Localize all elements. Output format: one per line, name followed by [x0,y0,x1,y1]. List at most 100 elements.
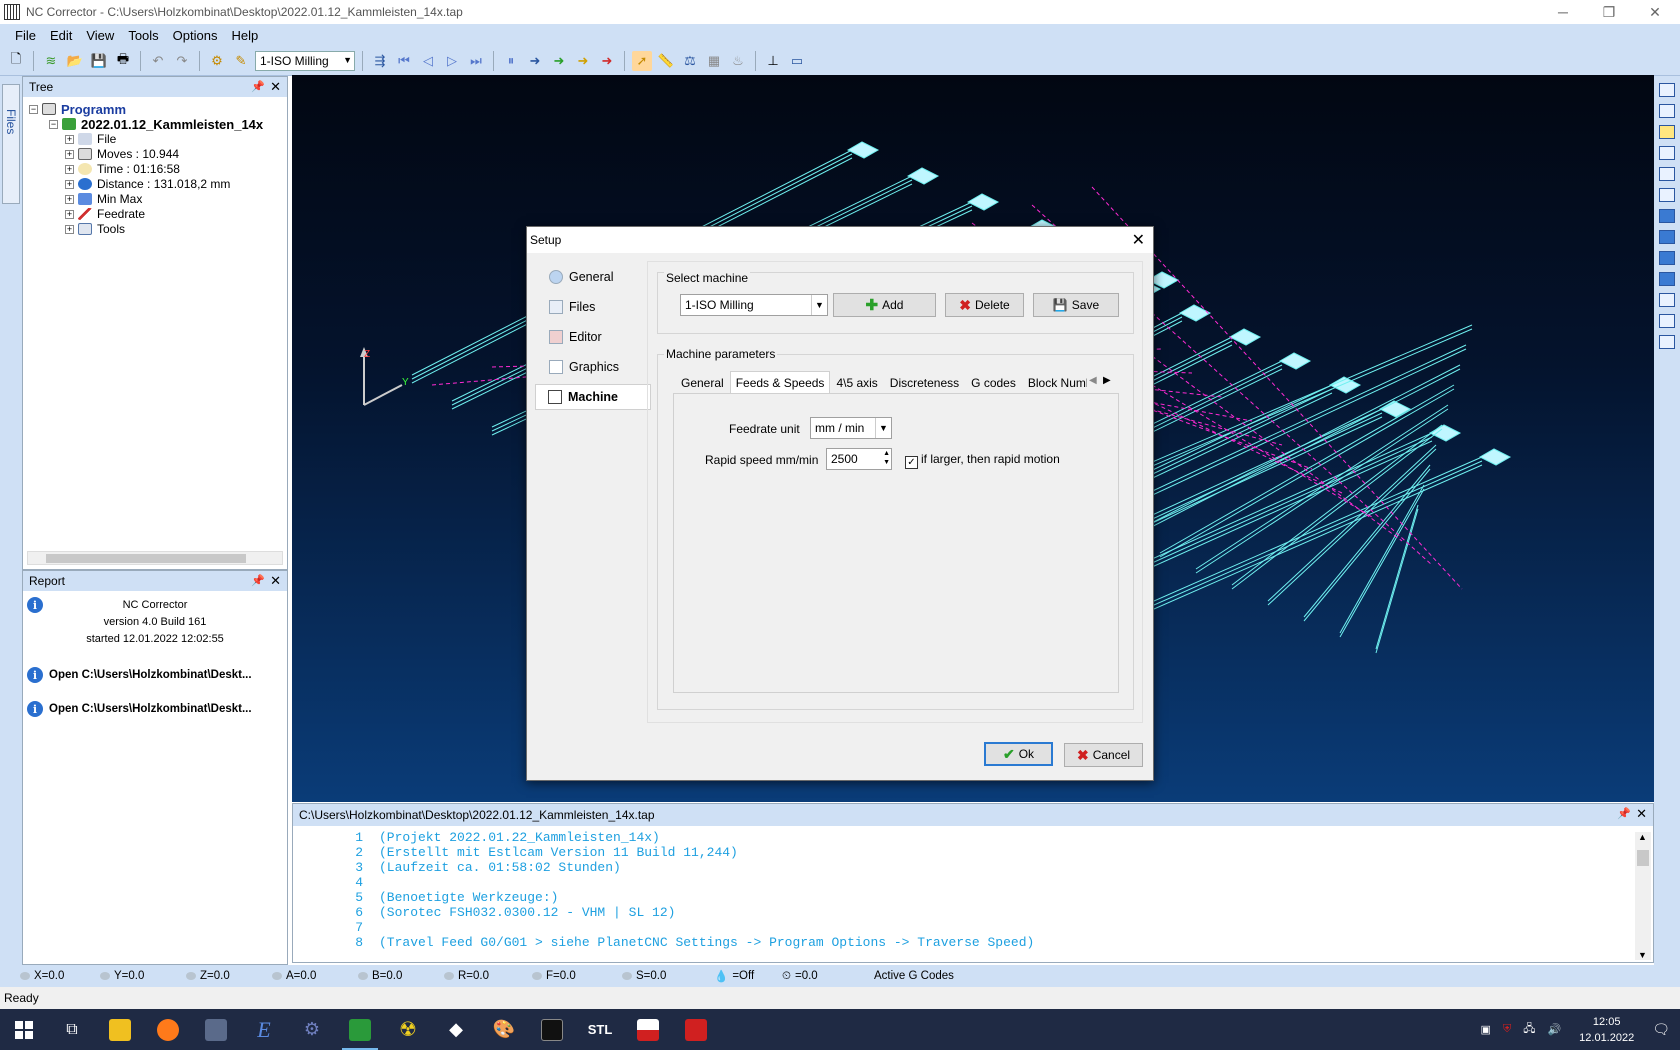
tree-item[interactable]: + Tools [65,221,125,237]
tab-general[interactable]: General [675,371,730,393]
pause-icon[interactable]: ⏸ [501,51,521,71]
step-icon[interactable]: ⇶ [370,51,390,71]
close-icon[interactable]: ✕ [1636,806,1647,822]
pin-icon[interactable]: 📌 [251,574,265,587]
pin-icon[interactable]: 📌 [251,80,265,93]
view-front-icon[interactable] [1659,104,1675,118]
tree-item[interactable]: + Min Max [65,191,142,207]
expand-icon[interactable]: + [65,209,74,219]
play-icon[interactable]: ➜ [525,51,545,71]
scroll-down-icon[interactable]: ▼ [1638,950,1647,960]
expand-icon[interactable]: + [65,149,74,159]
menu-edit[interactable]: Edit [43,28,79,43]
restore-button[interactable]: ❐ [1586,0,1632,24]
select-cursor-icon[interactable]: ➚ [632,50,652,71]
zoom-fit-icon[interactable] [1659,314,1675,328]
ruler-icon[interactable]: 📏 [656,51,676,71]
view-top-icon[interactable] [1659,125,1675,139]
tool-icon[interactable]: ✎ [231,51,251,71]
ok-button[interactable]: ✔ Ok [984,742,1053,766]
run-icon[interactable]: ➜ [549,51,569,71]
code-editor[interactable]: C:\Users\Holzkombinat\Desktop\2022.01.12… [292,803,1654,963]
tab-feeds-speeds[interactable]: Feeds & Speeds [729,371,831,393]
tab-scroll-left-icon[interactable]: ◀ [1089,375,1097,386]
expand-icon[interactable]: + [65,224,74,234]
view-iso3-icon[interactable] [1659,251,1675,265]
minimize-button[interactable]: ─ [1540,0,1586,24]
open-file-icon[interactable]: 📂 [65,51,85,71]
tree-item[interactable]: + Time : 01:16:58 [65,161,180,177]
stop-arrow-icon[interactable]: ➜ [597,51,617,71]
tab-discreteness[interactable]: Discreteness [884,371,965,393]
print-icon[interactable]: 🖶 [113,51,133,71]
tab-g-codes[interactable]: G codes [965,371,1022,393]
expand-icon[interactable]: + [65,164,74,174]
rapid-motion-checkbox[interactable]: ✓ if larger, then rapid motion [905,452,1060,469]
tray-network-icon[interactable]: 🖧 [1523,1020,1535,1039]
editor-vertical-scrollbar[interactable]: ▲ ▼ [1635,832,1651,960]
taskbar-radiation[interactable]: ☢ [384,1009,432,1050]
taskbar-paint[interactable]: 🎨 [480,1009,528,1050]
delete-button[interactable]: ✖ Delete [945,293,1024,317]
taskbar-calculator[interactable] [192,1009,240,1050]
code-line[interactable]: (Projekt 2022.01.22_Kammleisten_14x) [379,830,660,846]
zoom-icon[interactable] [1659,293,1675,307]
machine-combo[interactable]: 1-ISO Milling ▼ [680,294,828,316]
menu-file[interactable]: File [8,28,43,43]
view-iso2-icon[interactable] [1659,230,1675,244]
brush-icon[interactable] [1659,335,1675,349]
measure-icon[interactable]: ⚖ [680,51,700,71]
rapid-speed-input[interactable]: 2500 ▲ ▼ [826,448,892,470]
calculator-icon[interactable]: ▦ [704,51,724,71]
save-button[interactable]: 💾 Save [1033,293,1119,317]
undo-icon[interactable]: ↶ [148,51,168,71]
code-line[interactable]: (Laufzeit ca. 01:58:02 Stunden) [379,860,621,876]
collapse-icon[interactable]: − [29,104,38,114]
tab-scroll-right-icon[interactable]: ▶ [1103,375,1111,386]
nav-graphics[interactable]: Graphics [537,354,647,380]
view-left-icon[interactable] [1659,146,1675,160]
view-iso-icon[interactable] [1659,209,1675,223]
tree-horizontal-scrollbar[interactable] [27,551,283,565]
tree-item[interactable]: + Distance : 131.018,2 mm [65,176,230,192]
view-cube-icon[interactable] [1659,83,1675,97]
taskbar-flag-app[interactable] [624,1009,672,1050]
taskbar-stl[interactable]: STL [576,1009,624,1050]
expand-icon[interactable]: + [65,194,74,204]
view-back-icon[interactable] [1659,188,1675,202]
tree-item[interactable]: + File [65,131,116,147]
next-icon[interactable]: ▷ [442,51,462,71]
close-button[interactable]: ✕ [1632,0,1678,24]
tree-file-node[interactable]: − 2022.01.12_Kammleisten_14x [49,116,263,132]
axis-icon[interactable]: ⊥ [763,51,783,71]
nav-machine[interactable]: Machine [535,384,651,410]
save-icon[interactable]: 💾 [89,51,109,71]
taskbar-nccorrector[interactable] [336,1009,384,1050]
machine-select[interactable]: 1-ISO Milling ▼ [255,50,355,71]
tab-4-5-axis[interactable]: 4\5 axis [830,371,883,393]
cancel-button[interactable]: ✖ Cancel [1064,743,1143,767]
feedrate-unit-combo[interactable]: mm / min ▼ [810,417,892,439]
taskbar-cnc[interactable]: ⚙ [288,1009,336,1050]
start-button[interactable] [0,1009,48,1050]
add-button[interactable]: ✚ Add [833,293,936,317]
view-right-icon[interactable] [1659,167,1675,181]
pin-icon[interactable]: 📌 [1617,807,1631,820]
menu-view[interactable]: View [79,28,121,43]
checkbox-checked-icon[interactable]: ✓ [905,456,918,469]
new-file-icon[interactable]: 🗋 [6,51,26,71]
view-iso4-icon[interactable] [1659,272,1675,286]
clock[interactable]: 12:05 12.01.2022 [1579,1014,1634,1046]
menu-options[interactable]: Options [166,28,225,43]
tree-root[interactable]: − Programm [29,101,126,117]
menu-help[interactable]: Help [224,28,265,43]
code-area[interactable]: 1 (Projekt 2022.01.22_Kammleisten_14x) 2 (E… [293,828,1633,962]
last-icon[interactable]: ⏭ [466,51,486,71]
tray-volume-icon[interactable]: 🔊 [1547,1023,1561,1036]
redo-icon[interactable]: ↷ [172,51,192,71]
close-icon[interactable]: ✕ [270,79,281,95]
spinner-arrows-icon[interactable]: ▲ ▼ [883,449,890,467]
files-tab[interactable]: Files [2,84,20,204]
layers-icon[interactable]: ≋ [41,51,61,71]
taskbar-estlcam[interactable]: E [240,1009,288,1050]
